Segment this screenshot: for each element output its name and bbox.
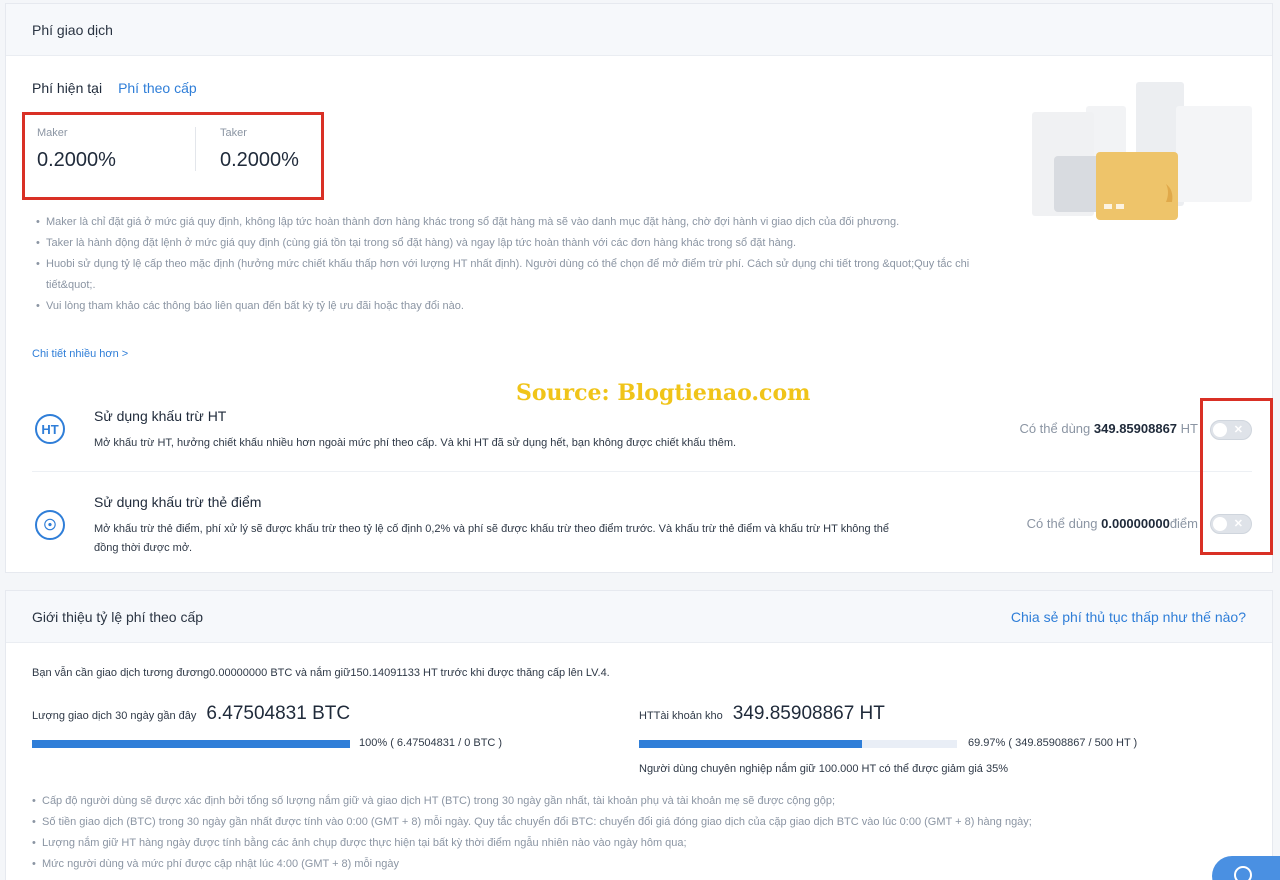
fee-note: Taker là hành động đặt lệnh ở mức giá qu…: [34, 233, 984, 254]
avail-unit: điểm: [1169, 516, 1198, 531]
ht-coin-icon: HT: [35, 414, 65, 444]
fee-rates-highlight: Maker 0.2000% Taker 0.2000%: [22, 112, 324, 200]
avail-unit: HT: [1177, 421, 1198, 436]
taker-label: Taker: [220, 127, 247, 139]
volume-metric: Lượng giao dịch 30 ngày gần đây 6.475048…: [32, 703, 350, 725]
maker-rate: Maker 0.2000%: [37, 127, 116, 172]
tier-note: Số tiền giao dịch (BTC) trong 30 ngày gầ…: [32, 812, 1232, 833]
tab-current-fee[interactable]: Phí hiện tại: [32, 80, 102, 96]
volume-label: Lượng giao dịch 30 ngày gần đây: [32, 710, 197, 722]
fee-notes: Maker là chỉ đặt giá ở mức giá quy định,…: [34, 212, 984, 317]
ht-available: Có thể dùng 349.85908867 HT: [1019, 421, 1198, 436]
fee-note: Maker là chỉ đặt giá ở mức giá quy định,…: [34, 212, 984, 233]
avail-prefix: Có thể dùng: [1026, 516, 1102, 531]
point-deduction-desc: Mở khấu trừ thẻ điểm, phí xử lý sẽ được …: [94, 523, 890, 554]
ht-holding-label: HTTài khoản kho: [639, 710, 723, 722]
ht-available-amount: 349.85908867: [1093, 421, 1178, 436]
more-details-link[interactable]: Chi tiết nhiều hơn >: [32, 348, 128, 360]
ht-deduction-title: Sử dụng khấu trừ HT: [94, 408, 227, 424]
volume-progress-fill: [32, 740, 350, 748]
avail-prefix: Có thể dùng: [1019, 421, 1094, 436]
tier-panel-title: Giới thiệu tỷ lệ phí theo cấp: [32, 608, 204, 625]
fee-note: Huobi sử dụng tỷ lệ cấp theo mặc định (h…: [34, 254, 984, 296]
maker-label: Maker: [37, 127, 68, 139]
upgrade-requirement: Bạn vẫn cần giao dịch tương đương0.00000…: [32, 667, 610, 679]
pro-user-note: Người dùng chuyên nghiệp nắm giữ 100.000…: [639, 763, 1008, 775]
toggles-highlight: [1200, 398, 1273, 555]
chat-icon: [1234, 866, 1252, 880]
share-fee-link[interactable]: Chia sẻ phí thủ tục thấp như thế nào?: [1011, 609, 1246, 625]
trading-fee-panel: Phí giao dịch Phí hiện tại Phí theo cấp …: [5, 3, 1273, 573]
fee-panel-title: Phí giao dịch: [32, 21, 113, 38]
cards-illustration: [1032, 82, 1252, 220]
tier-note: Mức người dùng và mức phí được cập nhật …: [32, 854, 1232, 875]
taker-rate: Taker 0.2000%: [220, 127, 299, 172]
tier-notes: Cấp độ người dùng sẽ được xác định bởi t…: [32, 791, 1232, 875]
volume-value: 6.47504831 BTC: [206, 703, 351, 724]
ht-holding-metric: HTTài khoản kho 349.85908867 HT: [639, 703, 885, 725]
tier-fee-panel: Giới thiệu tỷ lệ phí theo cấp Chia sẻ ph…: [5, 590, 1273, 880]
tier-note: Lượng nắm giữ HT hàng ngày được tính bằn…: [32, 833, 1232, 854]
fee-panel-header: Phí giao dịch: [6, 4, 1272, 56]
volume-progress-text: 100% ( 6.47504831 / 0 BTC ): [359, 737, 503, 749]
fee-tabs: Phí hiện tại Phí theo cấp: [32, 80, 197, 96]
taker-value: 0.2000%: [220, 149, 299, 171]
point-available-amount: 0.00000000: [1101, 516, 1170, 531]
ht-holding-value: 349.85908867 HT: [732, 703, 885, 724]
point-card-deduction-option: ☉ Sử dụng khấu trừ thẻ điểm Mở khấu trừ …: [32, 490, 1252, 560]
volume-progress-bar: [32, 740, 350, 748]
ht-progress-bar: [639, 740, 957, 748]
tier-note: Cấp độ người dùng sẽ được xác định bởi t…: [32, 791, 1232, 812]
point-deduction-title: Sử dụng khấu trừ thẻ điểm: [94, 494, 262, 510]
ht-progress-text: 69.97% ( 349.85908867 / 500 HT ): [968, 737, 1138, 749]
chat-support-button[interactable]: [1212, 856, 1280, 880]
point-card-icon: ☉: [35, 510, 65, 540]
fee-note: Vui lòng tham khảo các thông báo liên qu…: [34, 296, 984, 317]
maker-value: 0.2000%: [37, 149, 116, 171]
ht-progress-fill: [639, 740, 862, 748]
rate-divider: [195, 127, 196, 171]
ht-deduction-desc: Mở khấu trừ HT, hưởng chiết khấu nhiều h…: [94, 437, 737, 449]
ht-deduction-option: HT Sử dụng khấu trừ HT Mở khấu trừ HT, h…: [32, 402, 1252, 472]
point-available: Có thể dùng 0.00000000điểm: [1027, 516, 1198, 531]
tab-fee-by-level[interactable]: Phí theo cấp: [118, 80, 197, 96]
tier-panel-header: Giới thiệu tỷ lệ phí theo cấp Chia sẻ ph…: [6, 591, 1272, 643]
